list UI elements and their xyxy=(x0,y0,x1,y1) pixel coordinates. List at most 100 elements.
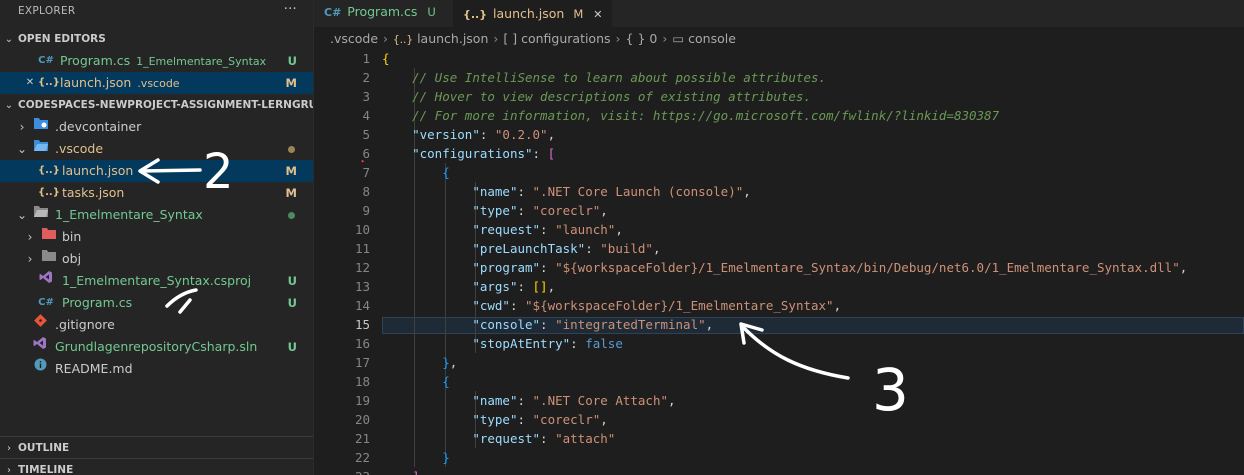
git-status-badge: U xyxy=(287,296,297,310)
code-token: "stopAtEntry" xyxy=(472,336,571,351)
code-line: "preLaunchTask": "build", xyxy=(382,239,660,258)
open-editor-program-cs[interactable]: C# Program.cs 1_Emelmentare_Syntax U xyxy=(0,50,313,72)
line-number: 3 xyxy=(362,89,370,104)
chevron-down-icon: ⌄ xyxy=(16,208,28,222)
git-icon xyxy=(32,314,48,336)
chevron-right-icon: › xyxy=(493,31,499,46)
tree-file-readme[interactable]: README.md xyxy=(0,358,313,380)
git-status-badge: M xyxy=(285,76,297,90)
tree-folder-vscode[interactable]: ⌄ .vscode xyxy=(0,138,313,160)
breadcrumb-configurations[interactable]: [ ] configurations xyxy=(503,31,610,46)
code-token: "${workspaceFolder}/1_Emelmentare_Syntax… xyxy=(525,298,834,313)
code-token: : xyxy=(517,412,533,427)
code-token: : xyxy=(509,298,526,313)
open-editor-folder: .vscode xyxy=(137,77,180,90)
tree-item-label: Program.cs xyxy=(62,295,133,310)
csharp-file-icon: C# xyxy=(38,55,54,66)
tree-folder-obj[interactable]: › obj xyxy=(0,248,313,270)
code-token: ".NET Core Attach" xyxy=(532,393,668,408)
code-token: , xyxy=(652,241,661,256)
git-status-badge: U xyxy=(287,274,297,288)
outline-header[interactable]: › OUTLINE xyxy=(0,437,313,459)
chevron-down-icon: ⌄ xyxy=(4,100,14,111)
tree-folder-devcontainer[interactable]: › .devcontainer xyxy=(0,116,313,138)
tab-launch-json[interactable]: {..} launch.json M ✕ xyxy=(453,0,612,29)
code-token: : xyxy=(479,127,495,142)
code-token: "coreclr" xyxy=(532,412,601,427)
code-token: , xyxy=(615,222,623,237)
tree-file-sln[interactable]: GrundlagenrepositoryCsharp.sln U xyxy=(0,336,313,358)
line-number: 5 xyxy=(362,127,370,142)
code-line: "program": "${workspaceFolder}/1_Emelmen… xyxy=(382,258,1187,277)
tree-folder-bin[interactable]: › bin xyxy=(0,226,313,248)
chevron-right-icon: › xyxy=(19,120,25,134)
code-token: : xyxy=(517,203,533,218)
property-icon: ▭ xyxy=(672,31,685,46)
breadcrumb-folder[interactable]: .vscode xyxy=(330,31,378,46)
code-token: , xyxy=(547,279,556,294)
git-status-badge: U xyxy=(287,54,297,68)
open-editor-name: launch.json xyxy=(60,75,132,90)
more-actions-icon[interactable]: ··· xyxy=(284,0,297,21)
breadcrumb-file[interactable]: launch.json xyxy=(417,31,488,46)
tab-program-cs[interactable]: C# Program.cs U xyxy=(314,0,452,27)
folder-open-icon xyxy=(33,204,49,226)
line-number: 14 xyxy=(354,298,370,313)
csharp-file-icon: C# xyxy=(38,297,54,308)
json-file-icon: {..} xyxy=(38,77,60,88)
line-number: 12 xyxy=(354,260,370,275)
untracked-dot xyxy=(288,212,295,219)
line-number: 6 xyxy=(362,146,370,161)
line-number: 11 xyxy=(354,241,370,256)
tree-file-program-cs[interactable]: C# Program.cs U xyxy=(0,292,313,314)
tree-file-tasks-json[interactable]: {..} tasks.json M xyxy=(0,182,313,204)
git-status-badge: M xyxy=(573,7,584,21)
chevron-right-icon: › xyxy=(27,230,33,244)
open-editor-launch-json[interactable]: ✕ {..} launch.json .vscode M xyxy=(0,72,313,94)
open-editors-header[interactable]: ⌄ OPEN EDITORS xyxy=(0,28,313,50)
chevron-down-icon: ⌄ xyxy=(16,142,28,156)
code-token: } xyxy=(442,355,450,370)
breadcrumb-console[interactable]: console xyxy=(688,31,736,46)
modified-dot xyxy=(288,146,295,153)
visual-studio-icon xyxy=(32,336,48,358)
code-token: "request" xyxy=(472,222,541,237)
code-token: , xyxy=(1179,260,1188,275)
code-line: "stopAtEntry": false xyxy=(382,334,623,353)
close-icon[interactable]: ✕ xyxy=(593,8,602,21)
info-icon xyxy=(32,358,48,380)
code-line: "console": "integratedTerminal", xyxy=(382,315,713,334)
line-number: 1 xyxy=(362,51,370,66)
code-token: [ xyxy=(547,146,556,161)
code-line: "name": ".NET Core Attach", xyxy=(382,391,675,410)
code-token: : xyxy=(517,279,533,294)
tree-item-label: 1_Emelmentare_Syntax.csproj xyxy=(62,273,252,288)
tree-file-launch-json[interactable]: {..} launch.json M xyxy=(0,160,313,182)
tree-folder-project[interactable]: ⌄ 1_Emelmentare_Syntax xyxy=(0,204,313,226)
line-number: 9 xyxy=(362,203,370,218)
tree-file-csproj[interactable]: 1_Emelmentare_Syntax.csproj U xyxy=(0,270,313,292)
tree-file-gitignore[interactable]: .gitignore xyxy=(0,314,313,336)
code-editor[interactable]: ▸ 1234567891011121314151617181920212223 … xyxy=(314,49,1244,475)
folder-icon xyxy=(41,226,57,248)
close-icon[interactable]: ✕ xyxy=(22,72,38,94)
line-number: 21 xyxy=(354,431,370,446)
timeline-header[interactable]: › TIMELINE xyxy=(0,459,313,475)
explorer-sidebar: EXPLORER ··· ⌄ OPEN EDITORS C# Program.cs… xyxy=(0,0,314,475)
code-line: "request": "attach" xyxy=(382,429,615,448)
chevron-right-icon: › xyxy=(615,31,621,46)
code-token: : xyxy=(517,393,533,408)
code-line: "name": ".NET Core Launch (console)", xyxy=(382,182,750,201)
code-line: "request": "launch", xyxy=(382,220,623,239)
workspace-header[interactable]: ⌄ CODESPACES-NEWPROJECT-ASSIGNMENT-LERNGR… xyxy=(0,94,313,116)
code-token: "attach" xyxy=(555,431,616,446)
breadcrumb-index[interactable]: { } 0 xyxy=(626,31,658,46)
code-token: ".NET Core Launch (console)" xyxy=(532,184,744,199)
